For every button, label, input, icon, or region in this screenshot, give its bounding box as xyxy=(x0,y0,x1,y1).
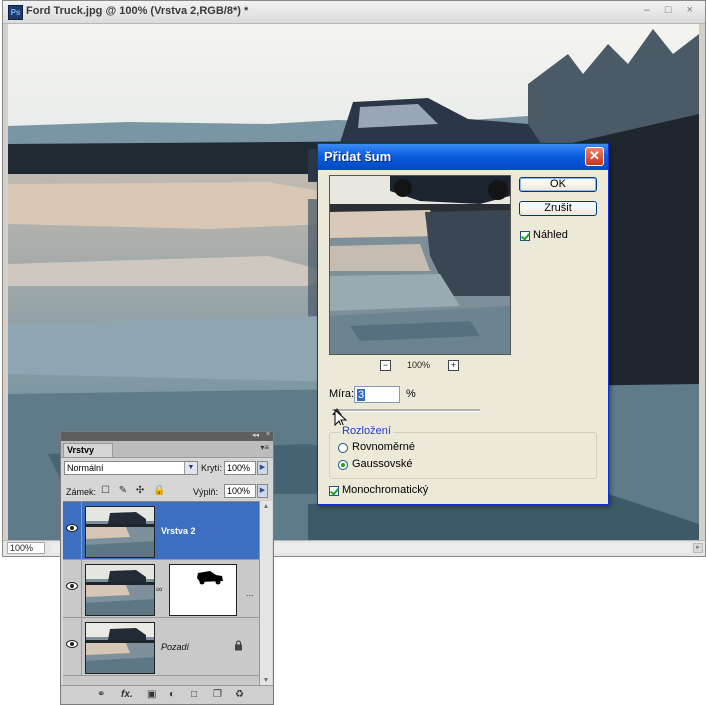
layers-panel: ◂◂ × Vrstvy ▾≡ Normální ▼ Krytí: 100% ▶ … xyxy=(60,431,274,705)
new-layer-icon[interactable]: ❐ xyxy=(213,689,222,700)
new-group-icon[interactable]: □ xyxy=(191,689,197,700)
gaussian-label[interactable]: Gaussovské xyxy=(352,458,413,470)
preview-zoom-level: 100% xyxy=(407,360,431,370)
add-noise-dialog: Přidat šum ✕ − 100% + OK Zrušit Náhled M… xyxy=(317,143,609,505)
eye-icon xyxy=(66,524,78,532)
panel-menu-icon[interactable]: ▾≡ xyxy=(260,443,269,452)
fx-icon[interactable]: fx. xyxy=(121,689,133,700)
chain-link-icon[interactable]: ∞ xyxy=(156,584,162,594)
visibility-toggle[interactable] xyxy=(63,618,82,675)
add-mask-icon[interactable]: ▣ xyxy=(147,689,156,700)
opacity-arrow-icon[interactable]: ▶ xyxy=(257,461,268,475)
blend-mode-select[interactable]: Normální ▼ xyxy=(64,461,198,475)
amount-value: 3 xyxy=(357,389,366,401)
amount-unit: % xyxy=(406,388,416,400)
lock-icon xyxy=(235,640,242,651)
dialog-titlebar[interactable]: Přidat šum ✕ xyxy=(318,144,608,170)
layer-name[interactable]: Pozadí xyxy=(161,642,189,652)
lock-icons[interactable]: ☐ ✎ ✣ 🔒 xyxy=(101,485,169,496)
layer-thumbnail xyxy=(85,506,155,558)
gaussian-radio[interactable] xyxy=(338,460,348,470)
opacity-field[interactable]: 100% xyxy=(224,461,256,475)
visibility-toggle[interactable] xyxy=(63,560,82,617)
monochromatic-label[interactable]: Monochromatický xyxy=(342,484,428,496)
link-layers-icon[interactable]: ⚭ xyxy=(97,689,105,700)
distribution-group: Rozložení Rovnoměrné Gaussovské xyxy=(329,425,597,479)
amount-input[interactable]: 3 xyxy=(354,386,400,403)
layer-name[interactable]: Vrstva 2 xyxy=(161,526,196,536)
cancel-button[interactable]: Zrušit xyxy=(519,201,597,216)
layer-row[interactable]: Vrstva 2 xyxy=(63,502,259,560)
zoom-in-button[interactable]: + xyxy=(448,360,459,371)
window-controls[interactable]: – □ × xyxy=(644,4,699,16)
zoom-out-button[interactable]: − xyxy=(380,360,391,371)
preview-photo xyxy=(330,176,510,354)
preview-image[interactable] xyxy=(329,175,511,355)
blend-mode-value: Normální xyxy=(67,463,104,473)
ok-button[interactable]: OK xyxy=(519,177,597,192)
chevron-down-icon[interactable]: ▼ xyxy=(184,462,197,474)
fill-arrow-icon[interactable]: ▶ xyxy=(257,484,268,498)
delete-layer-icon[interactable]: ♻ xyxy=(235,689,244,700)
adjustment-layer-icon[interactable]: ◐ xyxy=(169,689,175,700)
preview-label[interactable]: Náhled xyxy=(533,229,568,241)
more-dots: ... xyxy=(246,588,254,598)
photoshop-icon: Ps xyxy=(8,5,23,20)
scroll-right-arrow-icon[interactable]: ▸ xyxy=(693,543,703,553)
monochromatic-checkbox[interactable] xyxy=(329,486,339,496)
fill-label: Výplň: xyxy=(193,487,219,497)
layer-thumbnail xyxy=(85,564,155,616)
layers-scrollbar[interactable]: ▲ ▼ xyxy=(259,501,272,686)
layers-toolbar: ⚭ fx. ▣ ◐ □ ❐ ♻ xyxy=(61,685,273,704)
amount-slider[interactable] xyxy=(332,409,480,412)
preview-checkbox[interactable] xyxy=(520,231,530,241)
visibility-toggle[interactable] xyxy=(63,502,82,559)
uniform-label[interactable]: Rovnoměrné xyxy=(352,441,415,453)
distribution-legend: Rozložení xyxy=(340,425,393,437)
panel-tab-row: Vrstvy ▾≡ xyxy=(61,441,273,458)
amount-label: Míra: xyxy=(329,388,355,400)
eye-icon xyxy=(66,582,78,590)
layer-row[interactable]: Pozadí xyxy=(63,618,259,676)
dialog-title: Přidat šum xyxy=(324,149,392,164)
document-titlebar[interactable]: Ps Ford Truck.jpg @ 100% (Vrstva 2,RGB/8… xyxy=(3,1,705,24)
layer-mask-thumbnail[interactable] xyxy=(169,564,237,616)
layer-thumbnail xyxy=(85,622,155,674)
document-title: Ford Truck.jpg @ 100% (Vrstva 2,RGB/8*) … xyxy=(26,5,249,17)
fill-field[interactable]: 100% xyxy=(224,484,256,498)
tab-layers[interactable]: Vrstvy xyxy=(63,443,113,457)
zoom-field[interactable]: 100% xyxy=(7,542,45,554)
opacity-label: Krytí: xyxy=(201,463,223,473)
layer-list: Vrstva 2 ∞ ... Pozadí xyxy=(63,501,259,687)
uniform-radio[interactable] xyxy=(338,443,348,453)
eye-icon xyxy=(66,640,78,648)
close-icon[interactable]: × xyxy=(266,431,270,438)
scroll-up-icon[interactable]: ▲ xyxy=(260,501,272,512)
collapse-icon[interactable]: ◂◂ xyxy=(252,431,259,439)
layer-row[interactable]: ∞ ... xyxy=(63,560,259,618)
close-icon[interactable]: ✕ xyxy=(585,147,604,166)
lock-label: Zámek: xyxy=(66,487,97,497)
panel-titlebar[interactable]: ◂◂ × xyxy=(61,431,273,441)
